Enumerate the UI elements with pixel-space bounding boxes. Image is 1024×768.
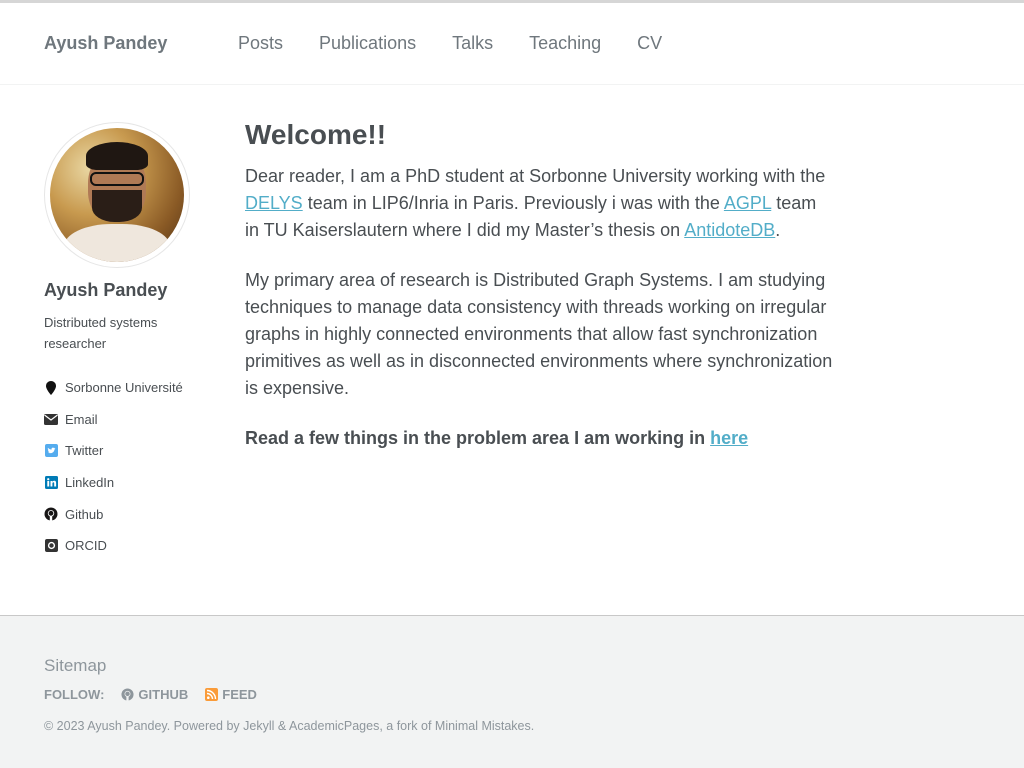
follow-label: Follow:: [44, 687, 105, 702]
author-link-orcid[interactable]: ORCID: [44, 530, 183, 562]
linkedin-icon: [44, 476, 58, 490]
linkedin-label[interactable]: LinkedIn: [65, 475, 114, 490]
cta-text: Read a few things in the problem area I …: [245, 428, 711, 448]
main-nav: Posts Publications Talks Teaching CV: [238, 33, 698, 54]
research-paragraph: My primary area of research is Distribut…: [245, 270, 833, 398]
masthead: Ayush Pandey Posts Publications Talks Te…: [0, 3, 1024, 85]
orcid-label[interactable]: ORCID: [65, 538, 107, 553]
antidotedb-link[interactable]: AntidoteDB: [684, 220, 775, 240]
follow-bar: Follow: GitHub Feed: [44, 687, 274, 702]
map-marker-icon: [44, 380, 58, 395]
nav-cv[interactable]: CV: [637, 33, 662, 54]
author-avatar: [44, 122, 190, 268]
intro-text-2: team in LIP6/Inria in Paris. Previously …: [302, 193, 724, 213]
author-links: Sorbonne Université Email Twitter Linked…: [44, 372, 183, 562]
site-title-link[interactable]: Ayush Pandey: [44, 33, 167, 54]
twitter-label[interactable]: Twitter: [65, 443, 103, 458]
location-label: Sorbonne Université: [65, 380, 183, 396]
avatar-photo: [50, 128, 184, 262]
author-link-email[interactable]: Email: [44, 404, 183, 436]
twitter-icon: [44, 444, 58, 458]
rss-icon: [205, 688, 219, 701]
github-icon: [44, 507, 58, 521]
email-label[interactable]: Email: [65, 412, 98, 427]
nav-publications[interactable]: Publications: [319, 33, 416, 54]
nav-talks[interactable]: Talks: [452, 33, 493, 54]
footer-feed-label[interactable]: Feed: [222, 687, 257, 702]
author-bio: Distributed systems researcher: [44, 315, 158, 351]
author-link-github[interactable]: Github: [44, 498, 183, 530]
author-link-location: Sorbonne Université: [44, 372, 183, 404]
github-label[interactable]: Github: [65, 507, 103, 522]
orcid-icon: [44, 539, 58, 553]
main-content: Welcome!! Dear reader, I am a PhD studen…: [245, 116, 835, 452]
delys-link[interactable]: DELYS: [245, 193, 303, 213]
intro-text-1: Dear reader, I am a PhD student at Sorbo…: [245, 166, 826, 186]
nav-teaching[interactable]: Teaching: [529, 33, 601, 54]
github-icon: [121, 688, 134, 701]
author-link-twitter[interactable]: Twitter: [44, 435, 183, 467]
author-link-linkedin[interactable]: LinkedIn: [44, 467, 183, 499]
page-title: Welcome!!: [245, 119, 387, 150]
sitemap-link[interactable]: Sitemap: [44, 656, 106, 676]
footer-github-label[interactable]: GitHub: [138, 687, 188, 702]
agpl-link[interactable]: AGPL: [724, 193, 771, 213]
here-link[interactable]: here: [710, 428, 748, 448]
envelope-icon: [44, 412, 58, 426]
intro-paragraph: Dear reader, I am a PhD student at Sorbo…: [245, 163, 835, 244]
copyright-text: © 2023 Ayush Pandey. Powered by Jekyll &…: [44, 719, 535, 733]
footer-feed-link[interactable]: Feed: [205, 687, 257, 702]
reading-cta: Read a few things in the problem area I …: [245, 425, 835, 452]
page-footer: Sitemap Follow: GitHub Feed © 2023 Ayush…: [0, 615, 1024, 768]
intro-text-4: .: [775, 220, 781, 240]
footer-github-link[interactable]: GitHub: [121, 687, 188, 702]
nav-posts[interactable]: Posts: [238, 33, 283, 54]
author-name: Ayush Pandey: [44, 280, 168, 300]
